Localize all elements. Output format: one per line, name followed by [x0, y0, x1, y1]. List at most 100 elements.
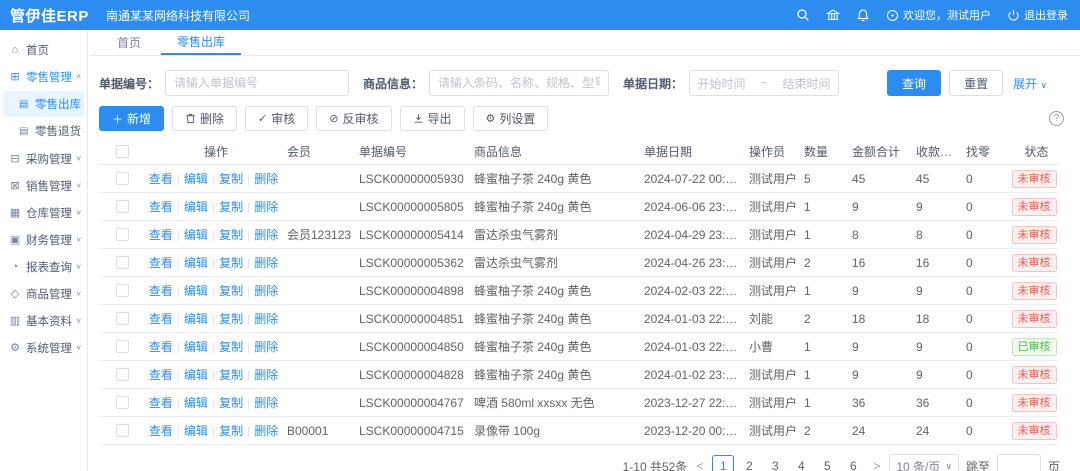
row-checkbox[interactable] — [116, 172, 129, 185]
row-action-delete[interactable]: 删除 — [254, 226, 278, 243]
sidebar-item-零售管理[interactable]: ⊞零售管理∧ — [0, 63, 87, 90]
row-action-copy[interactable]: 复制 — [219, 170, 243, 187]
sidebar-subitem-零售出库[interactable]: ▤零售出库 — [3, 91, 84, 117]
sidebar-subitem-零售退货[interactable]: ▤零售退货 — [3, 118, 84, 144]
row-action-copy[interactable]: 复制 — [219, 198, 243, 215]
delete-button[interactable]: 删除 — [172, 106, 237, 131]
row-received: 18 — [911, 312, 961, 326]
column-settings-button[interactable]: ⚙ 列设置 — [473, 106, 549, 131]
row-checkbox[interactable] — [116, 312, 129, 325]
jump-page-input[interactable] — [997, 454, 1041, 471]
add-button[interactable]: ＋ 新增 — [99, 106, 164, 131]
select-all-checkbox[interactable] — [116, 145, 129, 158]
search-icon[interactable] — [796, 8, 810, 22]
row-checkbox[interactable] — [116, 396, 129, 409]
row-checkbox[interactable] — [116, 228, 129, 241]
row-action-delete[interactable]: 删除 — [254, 338, 278, 355]
row-action-edit[interactable]: 编辑 — [184, 338, 208, 355]
search-button[interactable]: 查询 — [887, 70, 941, 96]
row-action-delete[interactable]: 删除 — [254, 254, 278, 271]
row-total: 24 — [847, 424, 911, 438]
row-action-edit[interactable]: 编辑 — [184, 282, 208, 299]
bill-no-input[interactable] — [165, 70, 349, 96]
row-action-delete[interactable]: 删除 — [254, 422, 278, 439]
bank-icon[interactable] — [826, 8, 840, 22]
row-action-delete[interactable]: 删除 — [254, 170, 278, 187]
row-action-copy[interactable]: 复制 — [219, 226, 243, 243]
unaudit-button[interactable]: ⊘ 反审核 — [316, 106, 391, 131]
row-action-edit[interactable]: 编辑 — [184, 422, 208, 439]
row-action-edit[interactable]: 编辑 — [184, 394, 208, 411]
row-action-view[interactable]: 查看 — [149, 310, 173, 327]
row-action-delete[interactable]: 删除 — [254, 394, 278, 411]
sidebar-item-首页[interactable]: ⌂首页 — [0, 36, 87, 63]
help-icon[interactable]: ? — [1049, 111, 1064, 126]
page-size-select[interactable]: 10 条/页 ∨ — [889, 454, 959, 471]
row-action-copy[interactable]: 复制 — [219, 282, 243, 299]
product-info-input[interactable] — [429, 70, 609, 96]
next-page-button[interactable]: > — [871, 459, 882, 471]
row-action-delete[interactable]: 删除 — [254, 282, 278, 299]
row-action-edit[interactable]: 编辑 — [184, 366, 208, 383]
sidebar-item-商品管理[interactable]: ◇商品管理∨ — [0, 280, 87, 307]
audit-button[interactable]: ✓ 审核 — [245, 106, 308, 131]
export-button[interactable]: 导出 — [400, 106, 465, 131]
row-action-view[interactable]: 查看 — [149, 366, 173, 383]
sidebar-item-报表查询[interactable]: ◔报表查询∨ — [0, 253, 87, 280]
user-welcome[interactable]: 欢迎您，测试用户 — [886, 7, 991, 23]
row-action-view[interactable]: 查看 — [149, 422, 173, 439]
sidebar-item-财务管理[interactable]: ▣财务管理∨ — [0, 226, 87, 253]
page-number-5[interactable]: 5 — [816, 455, 838, 471]
row-checkbox[interactable] — [116, 256, 129, 269]
prev-page-button[interactable]: < — [694, 459, 705, 471]
col-operator: 操作员 — [744, 143, 799, 160]
row-checkbox[interactable] — [116, 284, 129, 297]
row-action-copy[interactable]: 复制 — [219, 394, 243, 411]
row-action-copy[interactable]: 复制 — [219, 422, 243, 439]
row-action-copy[interactable]: 复制 — [219, 310, 243, 327]
sidebar-item-仓库管理[interactable]: ▦仓库管理∨ — [0, 199, 87, 226]
row-action-view[interactable]: 查看 — [149, 170, 173, 187]
sidebar-item-销售管理[interactable]: ⊠销售管理∨ — [0, 172, 87, 199]
row-action-edit[interactable]: 编辑 — [184, 254, 208, 271]
row-action-edit[interactable]: 编辑 — [184, 198, 208, 215]
row-checkbox[interactable] — [116, 340, 129, 353]
tab-home[interactable]: 首页 — [101, 30, 157, 55]
row-action-delete[interactable]: 删除 — [254, 366, 278, 383]
page-number-2[interactable]: 2 — [738, 455, 760, 471]
sidebar-item-基本资料[interactable]: ▥基本资料∨ — [0, 307, 87, 334]
page-number-3[interactable]: 3 — [764, 455, 786, 471]
row-action-delete[interactable]: 删除 — [254, 198, 278, 215]
sidebar-item-采购管理[interactable]: ⊟采购管理∨ — [0, 145, 87, 172]
row-date: 2024-01-02 23:38:59 — [639, 368, 744, 382]
tab-retail-outbound[interactable]: 零售出库 — [161, 30, 241, 55]
row-checkbox[interactable] — [116, 200, 129, 213]
expand-toggle[interactable]: 展开 ∨ — [1013, 75, 1047, 92]
action-separator: | — [212, 228, 215, 242]
row-action-view[interactable]: 查看 — [149, 226, 173, 243]
row-change: 0 — [961, 368, 1009, 382]
row-action-view[interactable]: 查看 — [149, 338, 173, 355]
row-action-edit[interactable]: 编辑 — [184, 310, 208, 327]
bell-icon[interactable] — [856, 8, 870, 22]
row-action-view[interactable]: 查看 — [149, 282, 173, 299]
row-checkbox[interactable] — [116, 368, 129, 381]
date-range-picker[interactable]: 开始时间 ~ 结束时间 — [689, 70, 839, 96]
row-action-delete[interactable]: 删除 — [254, 310, 278, 327]
reset-button[interactable]: 重置 — [949, 70, 1003, 96]
row-checkbox[interactable] — [116, 424, 129, 437]
row-action-view[interactable]: 查看 — [149, 394, 173, 411]
row-action-copy[interactable]: 复制 — [219, 254, 243, 271]
row-action-copy[interactable]: 复制 — [219, 366, 243, 383]
page-number-4[interactable]: 4 — [790, 455, 812, 471]
row-action-edit[interactable]: 编辑 — [184, 226, 208, 243]
chevron-down-icon: ∨ — [75, 154, 82, 163]
row-action-view[interactable]: 查看 — [149, 254, 173, 271]
row-action-view[interactable]: 查看 — [149, 198, 173, 215]
sidebar-item-系统管理[interactable]: ⚙系统管理∨ — [0, 334, 87, 361]
row-action-edit[interactable]: 编辑 — [184, 170, 208, 187]
page-number-6[interactable]: 6 — [842, 455, 864, 471]
page-number-1[interactable]: 1 — [712, 455, 734, 471]
logout-button[interactable]: 退出登录 — [1007, 7, 1068, 23]
row-action-copy[interactable]: 复制 — [219, 338, 243, 355]
